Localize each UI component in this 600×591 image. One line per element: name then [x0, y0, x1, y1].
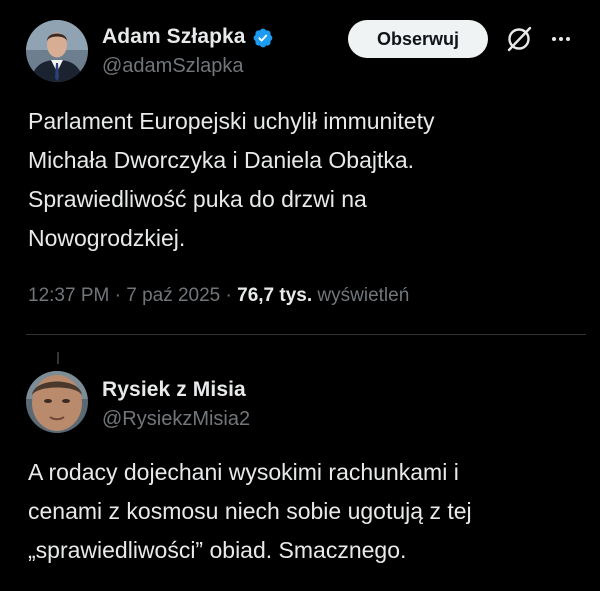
tweet-time[interactable]: 12:37 PM — [28, 285, 109, 306]
views-label: wyświetleń — [317, 285, 410, 306]
tweet-header: Adam Szłapka @adamSzlapka Obserwuj — [26, 20, 586, 84]
verified-badge-icon[interactable] — [252, 27, 274, 49]
meta-separator: · — [225, 285, 232, 306]
reply-author-handle[interactable]: @RysiekzMisia2 — [102, 408, 250, 431]
reply-author-display-name[interactable]: Rysiek z Misia — [102, 378, 246, 402]
tweet-text: Parlament Europejski uchylił immunitety … — [28, 108, 435, 251]
follow-button[interactable]: Obserwuj — [348, 20, 488, 58]
more-options-icon[interactable] — [546, 26, 576, 52]
reply-header: Rysiek z Misia @RysiekzMisia2 — [26, 371, 586, 435]
reply-display-name-row: Rysiek z Misia — [102, 375, 250, 405]
reply-author-info: Rysiek z Misia @RysiekzMisia2 — [102, 375, 250, 431]
divider — [26, 334, 586, 335]
author-display-name[interactable]: Adam Szłapka — [102, 25, 246, 49]
tweet-meta: 12:37 PM · 7 paź 2025 · 76,7 tys. wyświe… — [28, 281, 409, 311]
meta-separator: · — [114, 285, 121, 306]
author-handle[interactable]: @adamSzlapka — [102, 55, 274, 78]
thread-connector — [57, 352, 59, 364]
views-count[interactable]: 76,7 tys. — [237, 285, 312, 306]
dot-icon — [566, 37, 570, 41]
dot-icon — [559, 37, 563, 41]
reply-text: A rodacy dojechani wysokimi rachunkami i… — [28, 459, 472, 563]
author-info: Adam Szłapka @adamSzlapka — [102, 22, 274, 78]
dot-icon — [552, 37, 556, 41]
display-name-row: Adam Szłapka — [102, 22, 274, 52]
reply-author-avatar[interactable] — [26, 371, 88, 433]
author-avatar[interactable] — [26, 20, 88, 82]
tweet-date[interactable]: 7 paź 2025 — [126, 285, 220, 306]
grok-icon[interactable] — [504, 24, 534, 54]
